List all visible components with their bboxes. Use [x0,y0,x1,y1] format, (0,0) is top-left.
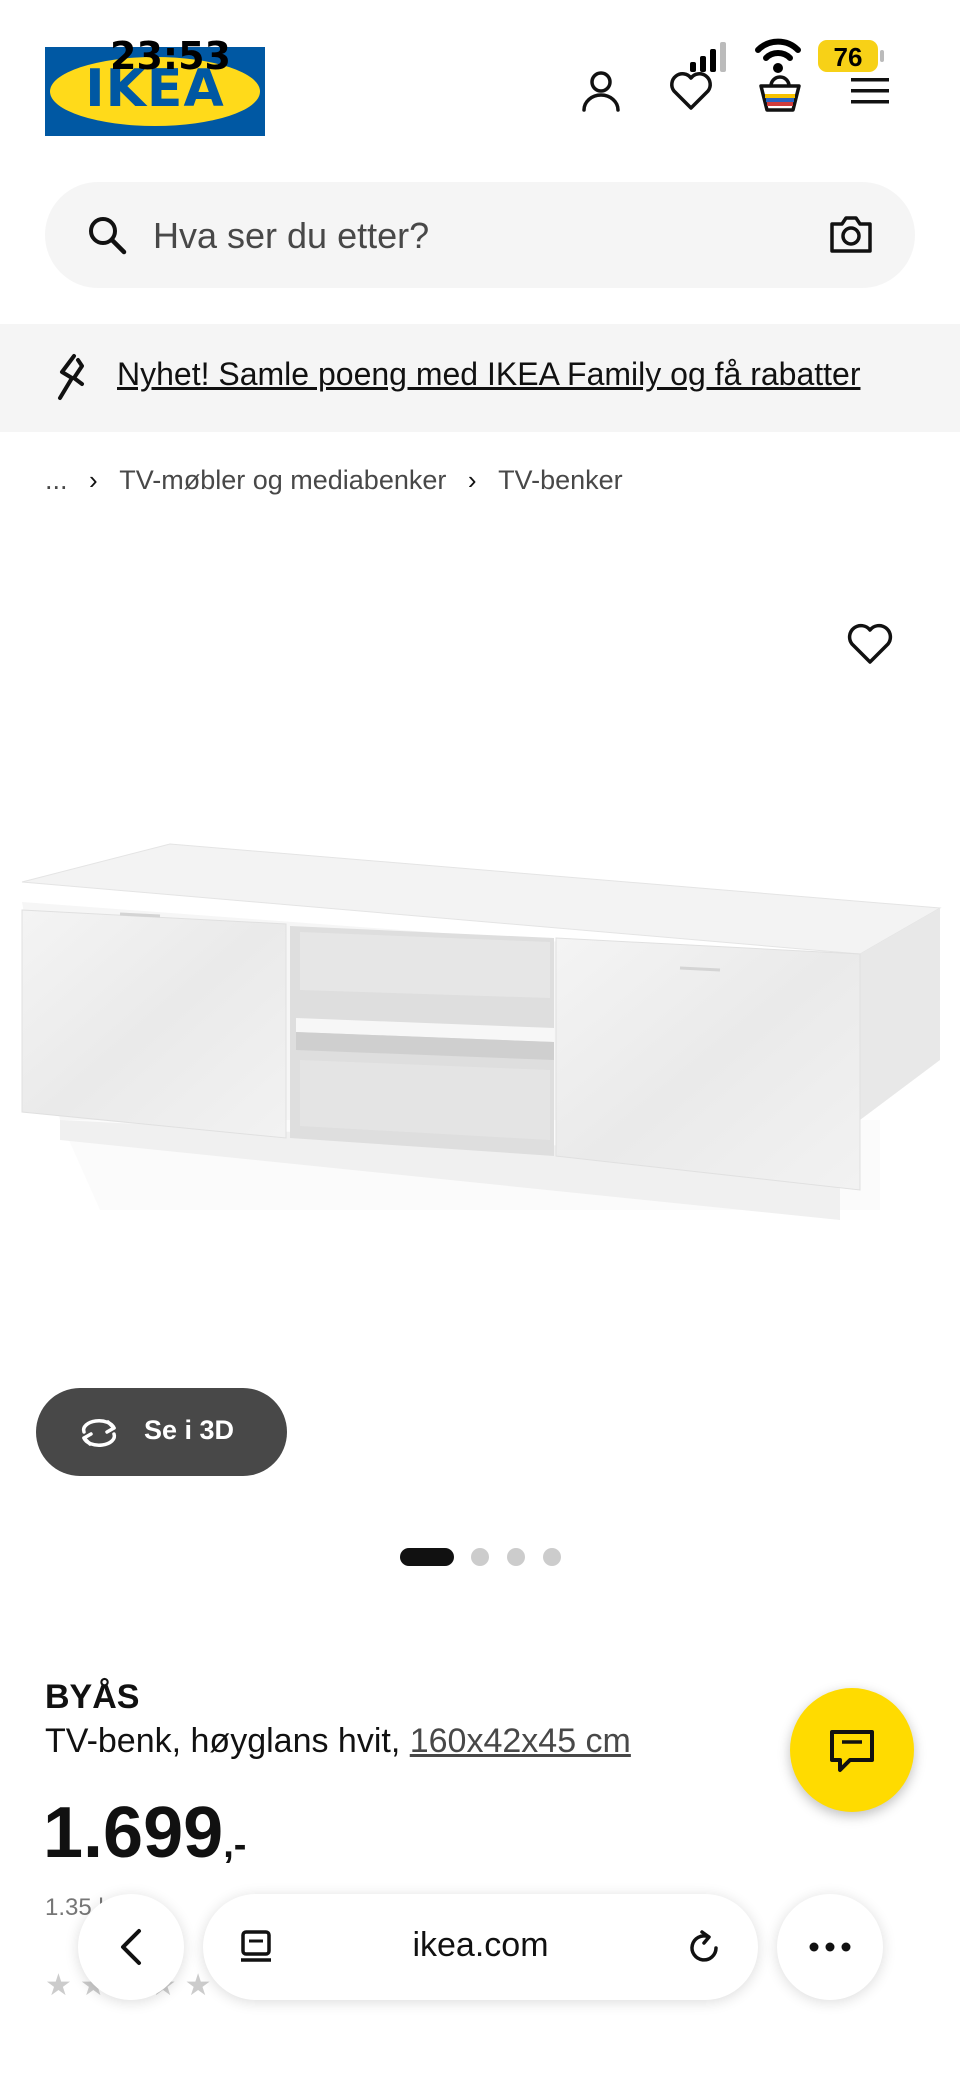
carousel-dot-4[interactable] [543,1548,561,1566]
price-value: 1.699 [43,1793,224,1873]
view-3d-label: Se i 3D [144,1415,235,1445]
chevron-right-icon: › [467,465,477,496]
chat-button[interactable] [790,1688,914,1812]
browser-url-bar[interactable]: ikea.com [203,1894,758,2000]
product-dimensions-link[interactable]: 160x42x45 cm [410,1722,631,1760]
price-suffix: ,- [223,1824,247,1866]
wishlist-heart-icon[interactable] [668,68,714,114]
promo-link[interactable]: Nyhet! Samle poeng med IKEA Family og få… [117,356,860,393]
carousel-dot-2[interactable] [471,1548,489,1566]
breadcrumb: ... › TV-møbler og mediabenker › TV-benk… [45,464,623,496]
search-icon [89,217,127,255]
menu-icon[interactable] [847,68,893,114]
product-description-text: TV-benk, høyglans hvit, [45,1722,410,1760]
search-placeholder: Hva ser du etter? [153,215,430,256]
family-link-icon [58,354,84,400]
product-price: 1.699,- [43,1792,246,1874]
shopping-bag-icon[interactable] [757,68,803,114]
chevron-right-icon: › [89,465,98,496]
account-icon[interactable] [578,68,624,114]
url-text: ikea.com [412,1926,549,1964]
reload-icon[interactable] [684,1928,724,1968]
more-dots-icon [809,1942,851,1952]
battery-nub [880,50,884,62]
search-input[interactable]: Hva ser du etter? [45,182,915,288]
rotate-3d-icon [81,1419,117,1447]
product-image[interactable] [0,820,960,1240]
browser-more-button[interactable] [777,1894,883,2000]
carousel-dot-1[interactable] [400,1548,454,1566]
browser-back-button[interactable] [78,1894,184,2000]
promo-banner[interactable]: Nyhet! Samle poeng med IKEA Family og få… [0,324,960,432]
carousel-dot-3[interactable] [507,1548,525,1566]
breadcrumb-item-tv-benker[interactable]: TV-benker [498,465,623,496]
chevron-left-icon [121,1929,141,1965]
camera-search-icon[interactable] [829,214,873,254]
view-3d-button[interactable]: Se i 3D [36,1388,287,1476]
breadcrumb-ellipsis[interactable]: ... [45,465,68,496]
add-to-favourites-heart-icon[interactable] [845,620,895,666]
status-time: 23:53 [110,34,231,78]
breadcrumb-item-tv-mobler[interactable]: TV-møbler og mediabenker [119,465,446,496]
product-name: BYÅS [45,1678,140,1716]
product-description: TV-benk, høyglans hvit, 160x42x45 cm [45,1722,631,1761]
chat-bubble-icon [830,1730,874,1772]
